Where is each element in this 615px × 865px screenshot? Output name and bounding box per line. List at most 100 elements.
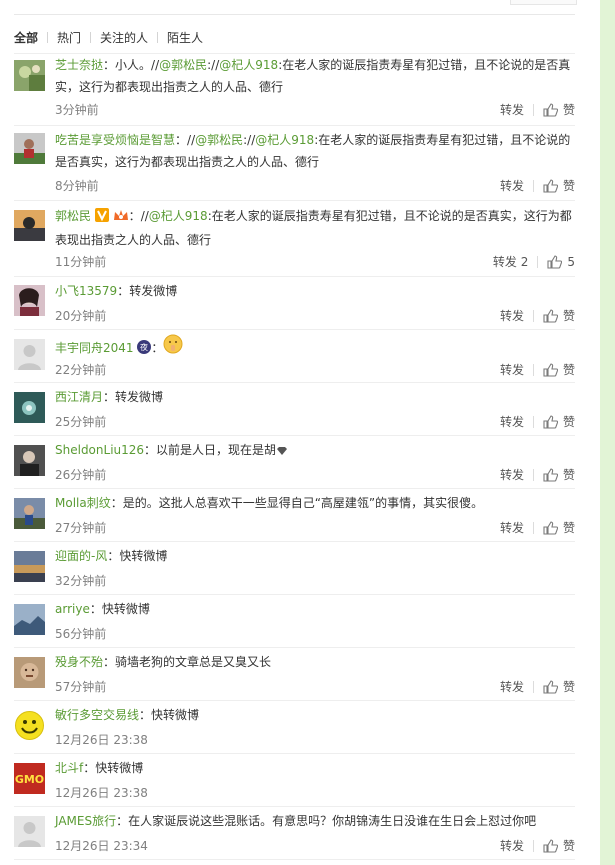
thumbs-up-icon bbox=[543, 308, 558, 323]
avatar[interactable]: GMO bbox=[14, 763, 45, 794]
mention-link[interactable]: @郭松民 bbox=[195, 133, 243, 147]
comment-item: SheldonLiu126：以前是人日，现在是胡 26分钟前 转发 赞 bbox=[14, 435, 575, 489]
comment-item: GMO 北斗f：快转微博 12月26日 23:38 bbox=[14, 753, 575, 807]
mention-link[interactable]: @杞人918 bbox=[219, 58, 278, 72]
like-button[interactable]: 赞 bbox=[543, 101, 575, 118]
comment-item: 郭松民 ：//@杞人918:在老人家的诞辰指责寿星有犯过错，且不论说的是否真实，… bbox=[14, 200, 575, 277]
comment-username[interactable]: 北斗f bbox=[55, 761, 83, 775]
like-button[interactable]: 赞 bbox=[543, 466, 575, 483]
comment-item: 芝士奈挞：小人。//@郭松民://@杞人918:在老人家的诞辰指责寿星有犯过错，… bbox=[14, 54, 575, 126]
avatar[interactable] bbox=[14, 498, 45, 529]
comment-time: 12月26日 23:38 bbox=[55, 733, 148, 747]
mention-link[interactable]: @杞人918 bbox=[149, 209, 208, 223]
comment-username[interactable]: Molla刺纹 bbox=[55, 496, 111, 510]
like-button[interactable]: 赞 bbox=[543, 307, 575, 324]
thumbs-up-icon bbox=[543, 838, 558, 853]
comment-username[interactable]: 郭松民 bbox=[55, 209, 91, 223]
comment-username[interactable]: 芝士奈挞 bbox=[55, 58, 103, 72]
avatar[interactable] bbox=[14, 657, 45, 688]
avatar[interactable] bbox=[14, 816, 45, 847]
like-button[interactable]: 赞 bbox=[543, 678, 575, 695]
comment-text: ：骑墙老狗的文章总是又臭又长 bbox=[103, 655, 272, 669]
avatar[interactable] bbox=[14, 210, 45, 241]
like-button[interactable]: 赞 bbox=[543, 361, 575, 378]
repost-button[interactable]: 转发 bbox=[500, 678, 524, 695]
comment-username[interactable]: 小飞13579 bbox=[55, 284, 117, 298]
filter-separator bbox=[47, 31, 49, 43]
like-button[interactable]: 赞 bbox=[543, 413, 575, 430]
mention-link[interactable]: @郭松民 bbox=[159, 58, 207, 72]
comment-text: ： bbox=[151, 341, 164, 355]
repost-button[interactable]: 转发 bbox=[500, 361, 524, 378]
like-button[interactable]: 赞 bbox=[543, 519, 575, 536]
thumbs-up-icon bbox=[543, 467, 558, 482]
comment-username[interactable]: arriye bbox=[55, 602, 90, 616]
comment-username[interactable]: 迎面的-风 bbox=[55, 549, 107, 563]
comment-username[interactable]: 殁身不殆 bbox=[55, 655, 103, 669]
level-badge-icon: 夜 bbox=[137, 339, 152, 361]
comment-time: 12月26日 23:38 bbox=[55, 786, 148, 800]
repost-count: 2 bbox=[520, 254, 529, 269]
comment-item: 敏行多空交易线：快转微博 12月26日 23:38 bbox=[14, 700, 575, 754]
mention-link[interactable]: @杞人918 bbox=[255, 133, 314, 147]
avatar[interactable] bbox=[14, 710, 45, 741]
avatar[interactable] bbox=[14, 133, 45, 164]
like-button[interactable]: 赞 bbox=[543, 837, 575, 854]
comment-text: ：是的。这批人总喜欢干一些显得自己“高屋建瓴”的事情，其实很傻。 bbox=[110, 496, 484, 510]
comment-time: 11分钟前 bbox=[55, 255, 107, 269]
comment-time: 57分钟前 bbox=[55, 680, 107, 694]
comment-username[interactable]: 西江清月 bbox=[55, 390, 103, 404]
comment-text: ：快转微博 bbox=[107, 549, 168, 563]
repost-button[interactable]: 转发 bbox=[500, 177, 524, 194]
avatar[interactable] bbox=[14, 285, 45, 316]
comment-actions: 转发 赞 bbox=[500, 519, 575, 536]
comment-time: 8分钟前 bbox=[55, 179, 99, 193]
comment-username[interactable]: 丰宇同舟2041 bbox=[55, 341, 134, 355]
comment-time: 12月26日 23:34 bbox=[55, 839, 148, 853]
avatar[interactable] bbox=[14, 339, 45, 370]
thumbs-up-icon bbox=[547, 254, 563, 269]
shush-emoji-icon bbox=[163, 334, 183, 361]
comment-actions: 转发 2 5 bbox=[493, 253, 575, 270]
avatar[interactable] bbox=[14, 604, 45, 635]
comment-username[interactable]: JAMES旅行 bbox=[55, 814, 116, 828]
comment-time: 27分钟前 bbox=[55, 521, 107, 535]
repost-button[interactable]: 转发 bbox=[500, 466, 524, 483]
top-tab bbox=[510, 0, 577, 5]
repost-button[interactable]: 转发 bbox=[500, 837, 524, 854]
repost-button[interactable]: 转发 2 bbox=[493, 253, 528, 270]
repost-button[interactable]: 转发 bbox=[500, 101, 524, 118]
comment-item: arriye：快转微博 56分钟前 bbox=[14, 594, 575, 648]
comment-item: JAMES旅行：在人家诞辰说这些混账话。有意思吗？你胡锦涛生日没谁在生日会上怼过… bbox=[14, 806, 575, 860]
comment-actions: 转发 赞 bbox=[500, 837, 575, 854]
avatar[interactable] bbox=[14, 445, 45, 476]
comment-time: 3分钟前 bbox=[55, 103, 99, 117]
repost-button[interactable]: 转发 bbox=[500, 307, 524, 324]
action-separator bbox=[532, 680, 534, 693]
avatar[interactable] bbox=[14, 551, 45, 582]
filter-following[interactable]: 关注的人 bbox=[100, 29, 148, 46]
comment-username[interactable]: SheldonLiu126 bbox=[55, 443, 144, 457]
action-separator bbox=[532, 363, 534, 376]
comment-text: ： bbox=[128, 209, 141, 223]
comment-text: ：快转微博 bbox=[139, 708, 200, 722]
repost-chain-sep: :// bbox=[243, 133, 256, 147]
thumbs-up-icon bbox=[543, 102, 558, 117]
action-separator bbox=[532, 103, 534, 116]
action-separator bbox=[532, 415, 534, 428]
repost-button[interactable]: 转发 bbox=[500, 413, 524, 430]
filter-strangers[interactable]: 陌生人 bbox=[167, 29, 203, 46]
filter-all[interactable]: 全部 bbox=[14, 29, 38, 46]
comment-time: 26分钟前 bbox=[55, 468, 107, 482]
filter-hot[interactable]: 热门 bbox=[57, 29, 81, 46]
avatar[interactable] bbox=[14, 60, 45, 91]
repost-button[interactable]: 转发 bbox=[500, 519, 524, 536]
like-button[interactable]: 赞 bbox=[543, 177, 575, 194]
thumbs-up-icon bbox=[543, 414, 558, 429]
comment-username[interactable]: 吃苦是享受烦恼是智慧 bbox=[55, 133, 175, 147]
like-button[interactable]: 5 bbox=[547, 255, 575, 269]
comment-text: ：在人家诞辰说这些混账话。有意思吗？你胡锦涛生日没谁在生日会上怼过你吧 bbox=[116, 814, 537, 828]
comment-time: 32分钟前 bbox=[55, 574, 107, 588]
avatar[interactable] bbox=[14, 392, 45, 423]
comment-username[interactable]: 敏行多空交易线 bbox=[55, 708, 139, 722]
